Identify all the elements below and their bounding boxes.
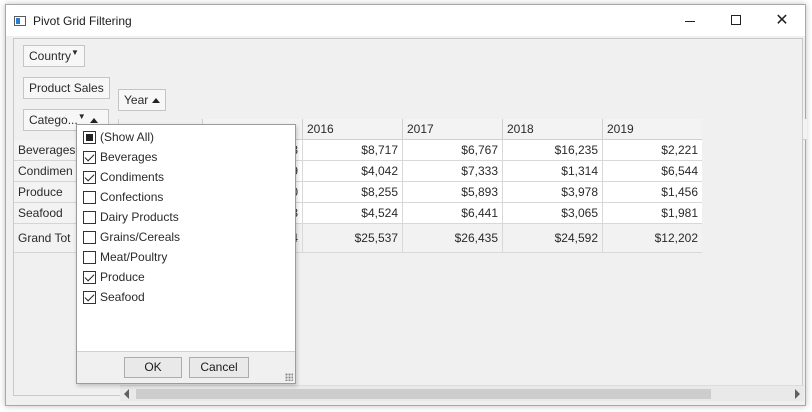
grand-total-cell[interactable]: $24,592 — [502, 224, 602, 253]
filter-list-item[interactable]: Condiments — [83, 167, 283, 187]
cancel-button[interactable]: Cancel — [189, 357, 249, 378]
filter-list-item[interactable]: Confections — [83, 187, 283, 207]
close-icon: ✕ — [775, 12, 789, 29]
year-field-label: Year — [124, 93, 149, 107]
country-field-button[interactable]: Country▼ — [23, 45, 85, 67]
grand-total-cell[interactable]: $25,537 — [302, 224, 402, 253]
data-cell[interactable]: $1,981 — [602, 203, 702, 224]
filter-list-item[interactable]: Grains/Cereals — [83, 227, 283, 247]
data-cell[interactable]: $6,544 — [602, 161, 702, 182]
data-cell[interactable]: $2,221 — [602, 140, 702, 161]
minimize-icon — [685, 21, 695, 22]
title-bar: Pivot Grid Filtering ✕ — [6, 5, 805, 36]
data-cell[interactable]: $1,456 — [602, 182, 702, 203]
grand-total-cell[interactable]: $12,202 — [602, 224, 702, 253]
filter-icon: ▼ — [77, 112, 86, 121]
filter-item-label: Seafood — [100, 290, 145, 304]
scroll-right-icon[interactable] — [795, 389, 800, 399]
filter-item-label: Dairy Products — [100, 210, 179, 224]
filter-item-label: Beverages — [100, 150, 158, 164]
checkbox[interactable] — [83, 171, 96, 184]
year-field-button[interactable]: Year — [118, 89, 167, 111]
window-title: Pivot Grid Filtering — [33, 14, 132, 28]
data-cell[interactable]: $4,524 — [302, 203, 402, 224]
filter-item-label: Condiments — [100, 170, 165, 184]
data-cell[interactable]: $4,042 — [302, 161, 402, 182]
popup-footer: OK Cancel — [77, 351, 295, 383]
data-cell[interactable]: $6,441 — [402, 203, 502, 224]
category-field-label: Catego... — [29, 113, 78, 127]
filter-list-item[interactable]: Meat/Poultry — [83, 247, 283, 267]
checkbox[interactable] — [83, 271, 96, 284]
scrollbar-thumb[interactable] — [136, 389, 711, 399]
category-filter-popup: OK Cancel (Show All) Beverages Condiments C… — [76, 124, 296, 384]
checkbox[interactable] — [83, 251, 96, 264]
checkbox[interactable] — [83, 131, 96, 144]
data-cell[interactable]: $3,065 — [502, 203, 602, 224]
data-cell[interactable]: $8,255 — [302, 182, 402, 203]
close-button[interactable]: ✕ — [759, 5, 805, 36]
data-cell[interactable]: $3,978 — [502, 182, 602, 203]
filter-icon: ▼ — [71, 48, 79, 57]
maximize-button[interactable] — [713, 5, 759, 36]
data-cell[interactable]: $7,333 — [402, 161, 502, 182]
data-cell[interactable]: $16,235 — [502, 140, 602, 161]
filter-list-item[interactable]: (Show All) — [83, 127, 283, 147]
product-sales-field-button[interactable]: Product Sales — [23, 77, 110, 99]
filter-list-item[interactable]: Seafood — [83, 287, 283, 307]
resize-grip-icon[interactable] — [285, 373, 293, 381]
country-field-label: Country — [29, 49, 72, 63]
main-window: Pivot Grid Filtering ✕ Country▼ Product … — [5, 4, 807, 406]
year-header-cell[interactable]: 2018 — [502, 119, 602, 140]
data-cell[interactable]: $1,314 — [502, 161, 602, 182]
checkbox[interactable] — [83, 231, 96, 244]
data-cell[interactable]: $6,767 — [402, 140, 502, 161]
sort-ascending-icon — [152, 98, 161, 103]
checkbox[interactable] — [83, 151, 96, 164]
year-header-cell[interactable]: 2019 — [602, 119, 702, 140]
filter-list-item[interactable]: Dairy Products — [83, 207, 283, 227]
checkbox[interactable] — [83, 291, 96, 304]
data-cell[interactable]: $8,717 — [302, 140, 402, 161]
product-sales-label: Product Sales — [29, 81, 104, 95]
filter-item-label: (Show All) — [100, 130, 155, 144]
minimize-button[interactable] — [667, 5, 713, 36]
filter-item-label: Confections — [100, 190, 164, 204]
year-header-overflow — [802, 119, 807, 140]
year-header-cell[interactable]: 2017 — [402, 119, 502, 140]
filter-item-label: Produce — [100, 270, 145, 284]
ok-button[interactable]: OK — [124, 357, 182, 378]
checkbox[interactable] — [83, 211, 96, 224]
data-cell[interactable]: $5,893 — [402, 182, 502, 203]
sort-ascending-icon — [89, 118, 98, 123]
app-window-icon — [14, 16, 26, 26]
filter-item-label: Grains/Cereals — [100, 230, 181, 244]
checkbox[interactable] — [83, 191, 96, 204]
filter-list-item[interactable]: Beverages — [83, 147, 283, 167]
filter-list-item[interactable]: Produce — [83, 267, 283, 287]
horizontal-scrollbar[interactable] — [120, 385, 804, 401]
filter-item-label: Meat/Poultry — [100, 250, 168, 264]
scroll-left-icon[interactable] — [124, 389, 129, 399]
grand-total-cell[interactable]: $26,435 — [402, 224, 502, 253]
year-header-cell[interactable]: 2016 — [302, 119, 402, 140]
maximize-icon — [731, 15, 741, 25]
